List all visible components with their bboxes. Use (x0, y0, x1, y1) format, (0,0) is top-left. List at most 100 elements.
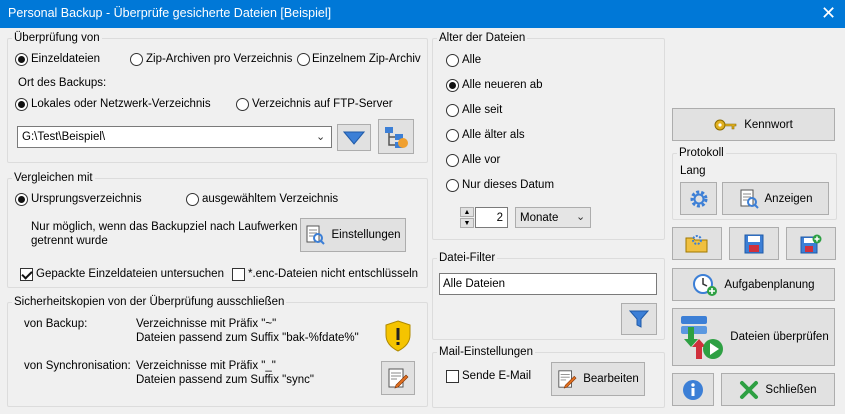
exclude-title: Sicherheitskopien von der Überprüfung au… (12, 296, 287, 308)
password-button-label: Kennwort (744, 118, 793, 131)
spin-value-field[interactable]: 2 (475, 207, 508, 228)
radio-age-older-label[interactable]: Alle älter als (462, 129, 525, 141)
radio-age-since[interactable] (446, 104, 459, 117)
filter-button[interactable] (621, 303, 657, 335)
verify-arrows-icon (681, 316, 724, 359)
folder-gear-icon (685, 234, 708, 252)
radio-selected-dir-label[interactable]: ausgewähltem Verzeichnis (202, 193, 338, 205)
load-settings-button[interactable] (672, 227, 722, 260)
file-age-title: Alter der Dateien (437, 32, 528, 44)
radio-zip-per-dir-label[interactable]: Zip-Archiven pro Verzeichnis (146, 53, 292, 65)
file-filter-value: Alle Dateien (443, 278, 506, 290)
protocol-level: Lang (680, 165, 706, 177)
radio-age-all-label[interactable]: Alle (462, 54, 481, 66)
funnel-icon (629, 310, 649, 328)
radio-age-all[interactable] (446, 54, 459, 67)
radio-age-date[interactable] (446, 179, 459, 192)
title-bar: Personal Backup - Überprüfe gesicherte D… (0, 0, 845, 28)
age-spinner[interactable]: ▲ ▼ 2 (460, 207, 508, 228)
spin-down-button[interactable]: ▼ (460, 218, 474, 228)
radio-age-older[interactable] (446, 129, 459, 142)
backup-location-label: Ort des Backups: (18, 77, 107, 89)
edit-document-icon (558, 370, 577, 389)
verify-files-button-label: Dateien überprüfen (730, 331, 829, 343)
file-filter-title: Datei-Filter (437, 252, 498, 264)
exclude-backup-label: von Backup: (24, 318, 88, 330)
edit-mail-button[interactable]: Bearbeiten (551, 362, 645, 396)
chevron-down-icon[interactable]: ⌄ (316, 130, 325, 143)
mail-title: Mail-Einstellungen (437, 346, 535, 358)
radio-zip-per-dir[interactable] (130, 53, 143, 66)
exclude-sync-line1: Verzeichnisse mit Präfix "_" (136, 360, 276, 372)
spin-value: 2 (496, 212, 503, 224)
edit-mail-button-label: Bearbeiten (583, 373, 639, 385)
password-button[interactable]: Kennwort (672, 108, 835, 141)
radio-age-before-label[interactable]: Alle vor (462, 154, 500, 166)
backup-path-combobox[interactable]: G:\Test\Beispiel\ ⌄ (17, 126, 332, 148)
radio-selected-dir[interactable] (186, 193, 199, 206)
settings-button[interactable]: Einstellungen (300, 218, 406, 252)
radio-origin-dir-label[interactable]: Ursprungsverzeichnis (31, 193, 142, 205)
close-button[interactable]: Schließen (721, 373, 835, 406)
radio-origin-dir[interactable] (15, 193, 28, 206)
radio-local-network[interactable] (15, 98, 28, 111)
close-button-label: Schließen (765, 383, 817, 396)
warning-shield-icon (385, 320, 411, 352)
search-document-icon (306, 225, 326, 245)
show-protocol-button[interactable]: Anzeigen (722, 182, 829, 215)
radio-ftp-server-label[interactable]: Verzeichnis auf FTP-Server (252, 98, 393, 110)
file-filter-field[interactable]: Alle Dateien (439, 273, 657, 295)
verify-files-button[interactable]: Dateien überprüfen (672, 308, 835, 366)
exclude-sync-line2: Dateien passend zum Suffix "sync" (136, 374, 314, 386)
chevron-down-icon: ⌄ (576, 211, 586, 223)
triangle-down-icon (343, 131, 365, 145)
check-source-title: Überprüfung von (12, 32, 102, 44)
settings-button-label: Einstellungen (331, 229, 401, 241)
window-title: Personal Backup - Überprüfe gesicherte D… (8, 6, 332, 20)
edit-exclusions-button[interactable] (381, 361, 415, 395)
check-send-mail[interactable] (446, 370, 459, 383)
protocol-settings-button[interactable] (680, 182, 717, 215)
close-x-icon (740, 380, 759, 399)
age-unit-select[interactable]: Monate ⌄ (515, 207, 591, 228)
radio-age-since-label[interactable]: Alle seit (462, 104, 502, 116)
compare-note-line1: Nur möglich, wenn das Backupziel nach La… (31, 221, 298, 233)
gear-icon (690, 190, 707, 207)
radio-single-zip[interactable] (297, 53, 310, 66)
radio-age-newer[interactable] (446, 79, 459, 92)
backup-path-value: G:\Test\Beispiel\ (22, 131, 106, 143)
age-unit-value: Monate (520, 212, 559, 224)
info-button[interactable] (672, 373, 714, 406)
folder-tree-icon (385, 126, 408, 148)
search-document-icon (740, 189, 759, 209)
floppy-disk-icon (744, 234, 764, 253)
radio-age-date-label[interactable]: Nur dieses Datum (462, 179, 554, 191)
protocol-title: Protokoll (677, 147, 726, 159)
radio-single-zip-label[interactable]: Einzelnem Zip-Archiv (312, 53, 421, 65)
floppy-add-icon (800, 234, 822, 253)
radio-ftp-server[interactable] (236, 98, 249, 111)
check-enc-files-label[interactable]: *.enc-Dateien nicht entschlüsseln (248, 268, 418, 280)
check-enc-files[interactable] (232, 268, 245, 281)
spin-up-button[interactable]: ▲ (460, 207, 474, 217)
clock-add-icon (693, 273, 718, 296)
check-packed-files-label[interactable]: Gepackte Einzeldateien untersuchen (36, 268, 224, 280)
task-scheduler-button-label: Aufgabenplanung (724, 278, 815, 291)
radio-single-files-label[interactable]: Einzeldateien (31, 53, 100, 65)
task-scheduler-button[interactable]: Aufgabenplanung (672, 268, 835, 301)
compare-note-line2: getrennt wurde (31, 235, 108, 247)
radio-age-newer-label[interactable]: Alle neueren ab (462, 79, 543, 91)
show-protocol-button-label: Anzeigen (764, 192, 813, 205)
key-icon (714, 119, 737, 130)
close-icon[interactable]: ✕ (812, 0, 845, 28)
browse-directory-button[interactable] (378, 119, 414, 154)
check-send-mail-label[interactable]: Sende E-Mail (462, 370, 531, 382)
check-packed-files[interactable] (20, 268, 33, 281)
radio-local-network-label[interactable]: Lokales oder Netzwerk-Verzeichnis (31, 98, 211, 110)
radio-single-files[interactable] (15, 53, 28, 66)
edit-document-icon (388, 368, 409, 389)
save-settings-button[interactable] (729, 227, 779, 260)
save-as-settings-button[interactable] (786, 227, 836, 260)
path-history-button[interactable] (337, 124, 371, 151)
radio-age-before[interactable] (446, 154, 459, 167)
